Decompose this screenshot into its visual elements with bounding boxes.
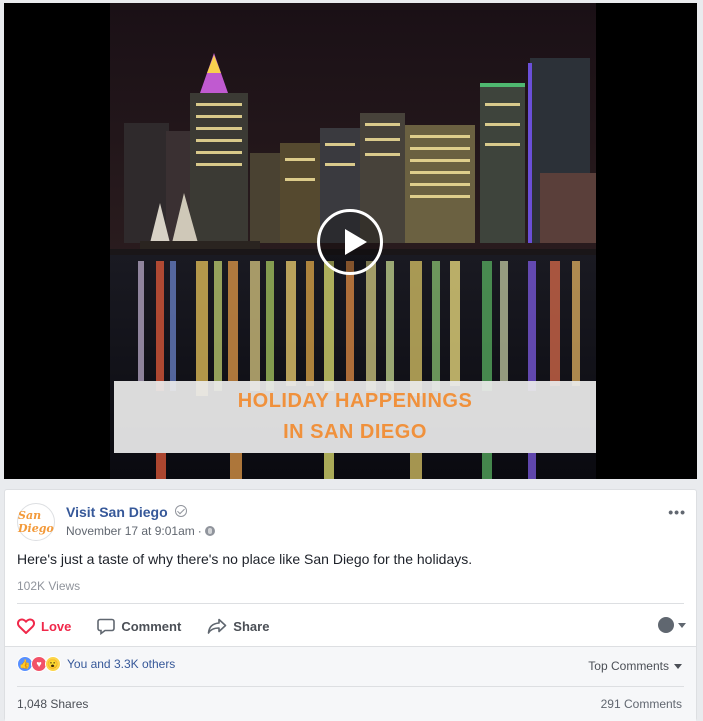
globe-icon [204, 526, 215, 536]
heart-icon [17, 618, 35, 634]
play-icon[interactable] [317, 209, 383, 275]
divider [17, 686, 684, 687]
banner-line-2: IN SAN DIEGO [283, 421, 427, 443]
separator-dot: · [197, 524, 202, 538]
more-options-button[interactable]: ••• [668, 504, 686, 520]
video-player[interactable]: HOLIDAY HAPPENINGS IN SAN DIEGO [4, 3, 697, 479]
love-button[interactable]: Love [17, 618, 71, 634]
share-label: Share [233, 618, 270, 634]
comment-label: Comment [121, 618, 182, 634]
top-comments-dropdown[interactable]: Top Comments [588, 659, 682, 673]
post-timestamp[interactable]: November 17 at 9:01am [66, 524, 195, 538]
comment-icon [97, 618, 116, 635]
reactions-summary[interactable]: 👍 ♥ 😮 You and 3.3K others [17, 656, 175, 672]
post-meta: November 17 at 9:01am · [66, 524, 215, 538]
share-icon [207, 618, 227, 634]
avatar[interactable]: San Diego [17, 503, 55, 541]
social-summary: 👍 ♥ 😮 You and 3.3K others Top Comments 1… [5, 646, 696, 721]
reactions-text[interactable]: You and 3.3K others [67, 657, 175, 671]
video-title-banner: HOLIDAY HAPPENINGS IN SAN DIEGO [114, 381, 596, 453]
chevron-down-icon[interactable] [678, 623, 686, 628]
view-count: 102K Views [17, 579, 81, 593]
post-card: San Diego Visit San Diego November 17 at… [4, 489, 697, 721]
top-comments-label: Top Comments [588, 659, 669, 673]
comments-count-link[interactable]: 291 Comments [601, 697, 682, 711]
shares-count-link[interactable]: 1,048 Shares [17, 697, 88, 711]
action-bar: Love Comment Share [17, 614, 295, 638]
avatar-logo: San Diego [18, 509, 54, 535]
comment-button[interactable]: Comment [97, 618, 181, 635]
verified-icon [175, 505, 187, 517]
divider [17, 603, 684, 604]
viewer-avatar-icon[interactable] [658, 617, 674, 633]
post-text: Here's just a taste of why there's no pl… [17, 551, 473, 567]
page-name-link[interactable]: Visit San Diego [66, 504, 168, 520]
wow-reaction-icon: 😮 [45, 656, 61, 672]
love-label: Love [41, 618, 72, 634]
share-button[interactable]: Share [207, 618, 269, 634]
banner-line-1: HOLIDAY HAPPENINGS [237, 390, 473, 412]
